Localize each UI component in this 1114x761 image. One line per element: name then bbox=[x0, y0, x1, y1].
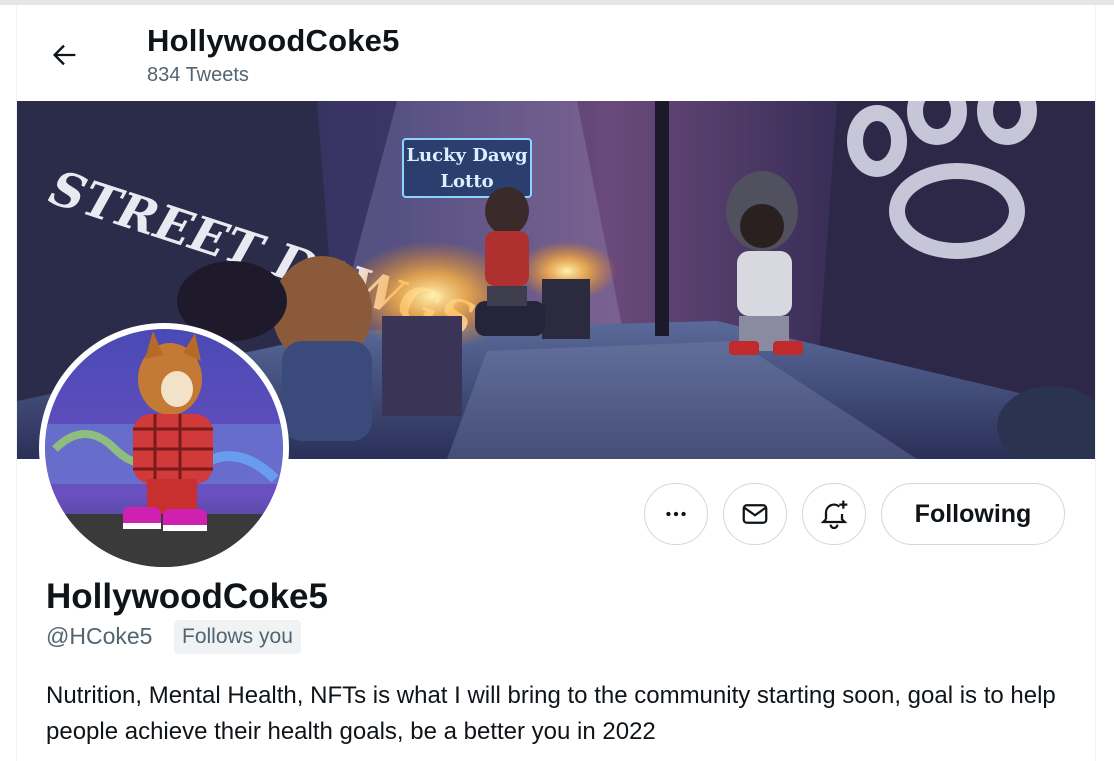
profile-avatar[interactable] bbox=[39, 323, 289, 573]
profile-bio: Nutrition, Mental Health, NFTs is what I… bbox=[46, 682, 1056, 745]
notifications-button[interactable] bbox=[802, 483, 866, 545]
banner-sign-line1: Lucky Dawg bbox=[406, 145, 528, 166]
tweets-count: 834 Tweets bbox=[147, 64, 249, 86]
mail-icon bbox=[742, 504, 768, 524]
profile-column: HollywoodCoke5 834 Tweets STREET DAWGS L… bbox=[16, 5, 1096, 761]
more-icon bbox=[666, 511, 686, 517]
arrow-left-icon bbox=[52, 44, 76, 66]
profile-header-bar: HollywoodCoke5 834 Tweets bbox=[17, 5, 1095, 101]
follows-you-badge: Follows you bbox=[174, 620, 301, 654]
following-button[interactable]: Following bbox=[881, 483, 1065, 545]
back-button[interactable] bbox=[47, 38, 81, 72]
profile-handle: @HCoke5 bbox=[46, 623, 153, 649]
more-button[interactable] bbox=[644, 483, 708, 545]
profile-name: HollywoodCoke5 bbox=[46, 577, 328, 616]
message-button[interactable] bbox=[723, 483, 787, 545]
header-title: HollywoodCoke5 bbox=[147, 23, 400, 58]
bell-plus-icon bbox=[820, 500, 848, 530]
banner-sign-line2: Lotto bbox=[440, 171, 493, 192]
